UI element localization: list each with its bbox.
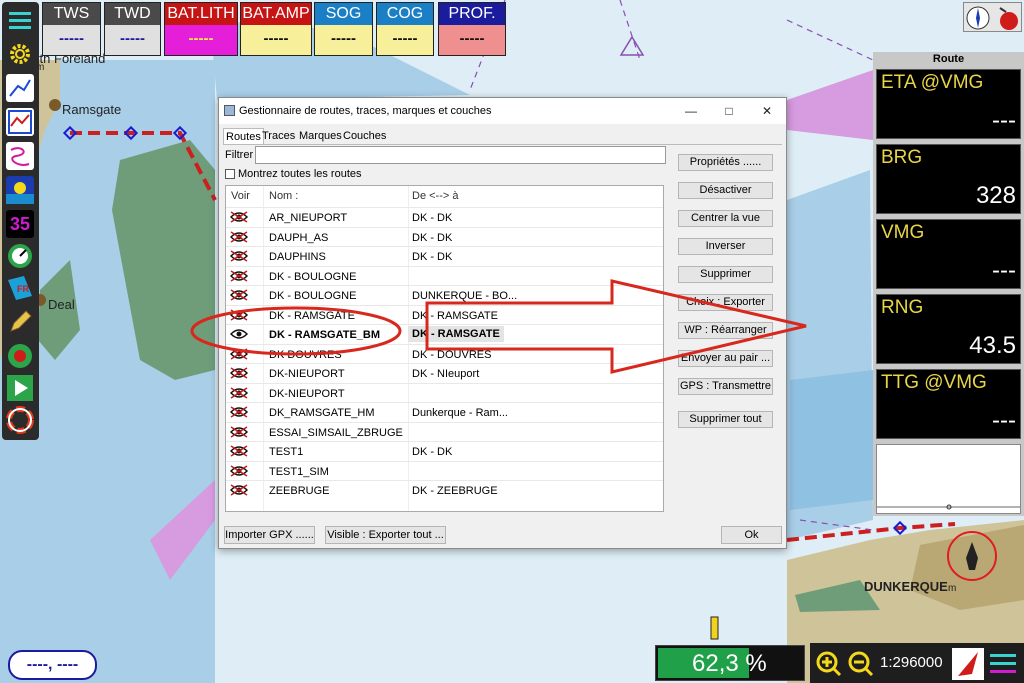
zoom-in-icon[interactable] — [816, 651, 842, 677]
coordinates-display[interactable]: ----, ---- — [8, 650, 97, 680]
zoom-bar: 1:296000 — [810, 643, 1024, 683]
zoom-out-icon[interactable] — [848, 651, 874, 677]
scale-readout: 1:296000 — [880, 654, 943, 671]
battery-indicator: 62,3 % — [655, 645, 805, 681]
menu-icon-right[interactable] — [988, 651, 1018, 677]
boat-mode-icon[interactable] — [952, 648, 984, 680]
highlight-arrow — [425, 279, 807, 374]
annotation-overlay — [190, 279, 807, 374]
battery-percent: 62,3 % — [692, 650, 767, 677]
highlight-ellipse — [190, 306, 402, 356]
